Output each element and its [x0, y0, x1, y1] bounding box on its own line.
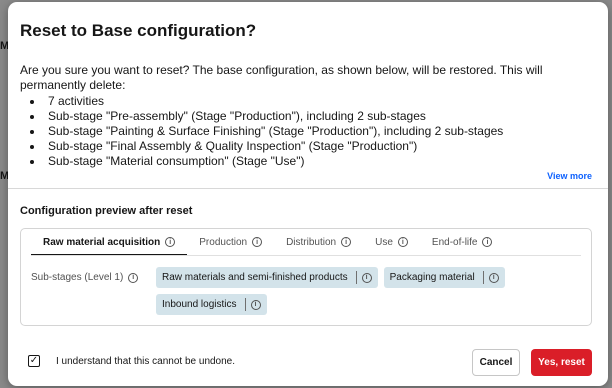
info-icon[interactable]: i: [482, 237, 493, 247]
info-icon[interactable]: i: [488, 272, 499, 283]
chip-separator: [244, 298, 246, 311]
tab-production[interactable]: Production i: [187, 229, 274, 255]
list-item: 7 activities: [26, 94, 503, 109]
tab-label: Use: [375, 236, 393, 248]
checkmark-icon: ✓: [29, 355, 39, 366]
substage-chip: Packaging material i: [383, 267, 505, 288]
tab-end-of-life[interactable]: End-of-life i: [420, 229, 505, 255]
configuration-preview-panel: Raw material acquisition i Production i …: [20, 228, 592, 326]
list-item: Sub-stage "Final Assembly & Quality Insp…: [26, 139, 503, 154]
stage-tabs: Raw material acquisition i Production i …: [31, 229, 505, 256]
info-icon[interactable]: i: [250, 299, 261, 310]
info-icon[interactable]: i: [341, 237, 352, 247]
info-icon[interactable]: i: [165, 237, 176, 247]
list-item: Sub-stage "Pre-assembly" (Stage "Product…: [26, 109, 503, 124]
tab-use[interactable]: Use i: [363, 229, 420, 255]
confirm-checkbox[interactable]: ✓: [28, 355, 40, 367]
chip-label: Packaging material: [389, 272, 475, 283]
substage-chip: Inbound logistics i: [156, 294, 267, 315]
tab-raw-material-acquisition[interactable]: Raw material acquisition i: [31, 229, 188, 256]
tab-label: Raw material acquisition: [43, 236, 161, 248]
info-icon[interactable]: i: [397, 237, 408, 247]
chip-separator: [482, 271, 484, 284]
tab-label: Production: [199, 236, 248, 248]
tab-distribution[interactable]: Distribution i: [274, 229, 363, 255]
preview-title: Configuration preview after reset: [20, 205, 193, 217]
chip-label: Raw materials and semi-finished products: [162, 272, 348, 283]
info-icon[interactable]: i: [128, 272, 139, 283]
dialog-intro: Are you sure you want to reset? The base…: [20, 63, 543, 92]
chip-separator: [355, 271, 357, 284]
info-icon[interactable]: i: [252, 237, 263, 247]
tab-label: End-of-life: [431, 236, 478, 248]
view-more-link[interactable]: View more: [547, 171, 592, 181]
confirm-reset-button[interactable]: Yes, reset: [531, 349, 592, 376]
confirm-checkbox-label: I understand that this cannot be undone.: [56, 355, 236, 367]
tab-divider: [31, 255, 581, 256]
chip-label: Inbound logistics: [162, 299, 237, 310]
info-icon[interactable]: i: [361, 272, 372, 283]
substages-label: Sub-stages (Level 1) i: [31, 272, 139, 283]
substage-chips: Raw materials and semi-finished products…: [156, 267, 576, 315]
list-item: Sub-stage "Material consumption" (Stage …: [26, 154, 503, 169]
tab-label: Distribution: [286, 236, 337, 248]
substage-chip: Raw materials and semi-finished products…: [156, 267, 378, 288]
substages-label-text: Sub-stages (Level 1): [31, 272, 124, 283]
dialog-title: Reset to Base configuration?: [20, 21, 257, 40]
divider: [8, 188, 608, 189]
deletion-list: 7 activities Sub-stage "Pre-assembly" (S…: [26, 94, 503, 169]
reset-dialog: Reset to Base configuration? Are you sur…: [8, 2, 608, 386]
confirm-checkbox-row: ✓ I understand that this cannot be undon…: [28, 355, 235, 367]
cancel-button[interactable]: Cancel: [472, 349, 520, 376]
list-item: Sub-stage "Painting & Surface Finishing"…: [26, 124, 503, 139]
